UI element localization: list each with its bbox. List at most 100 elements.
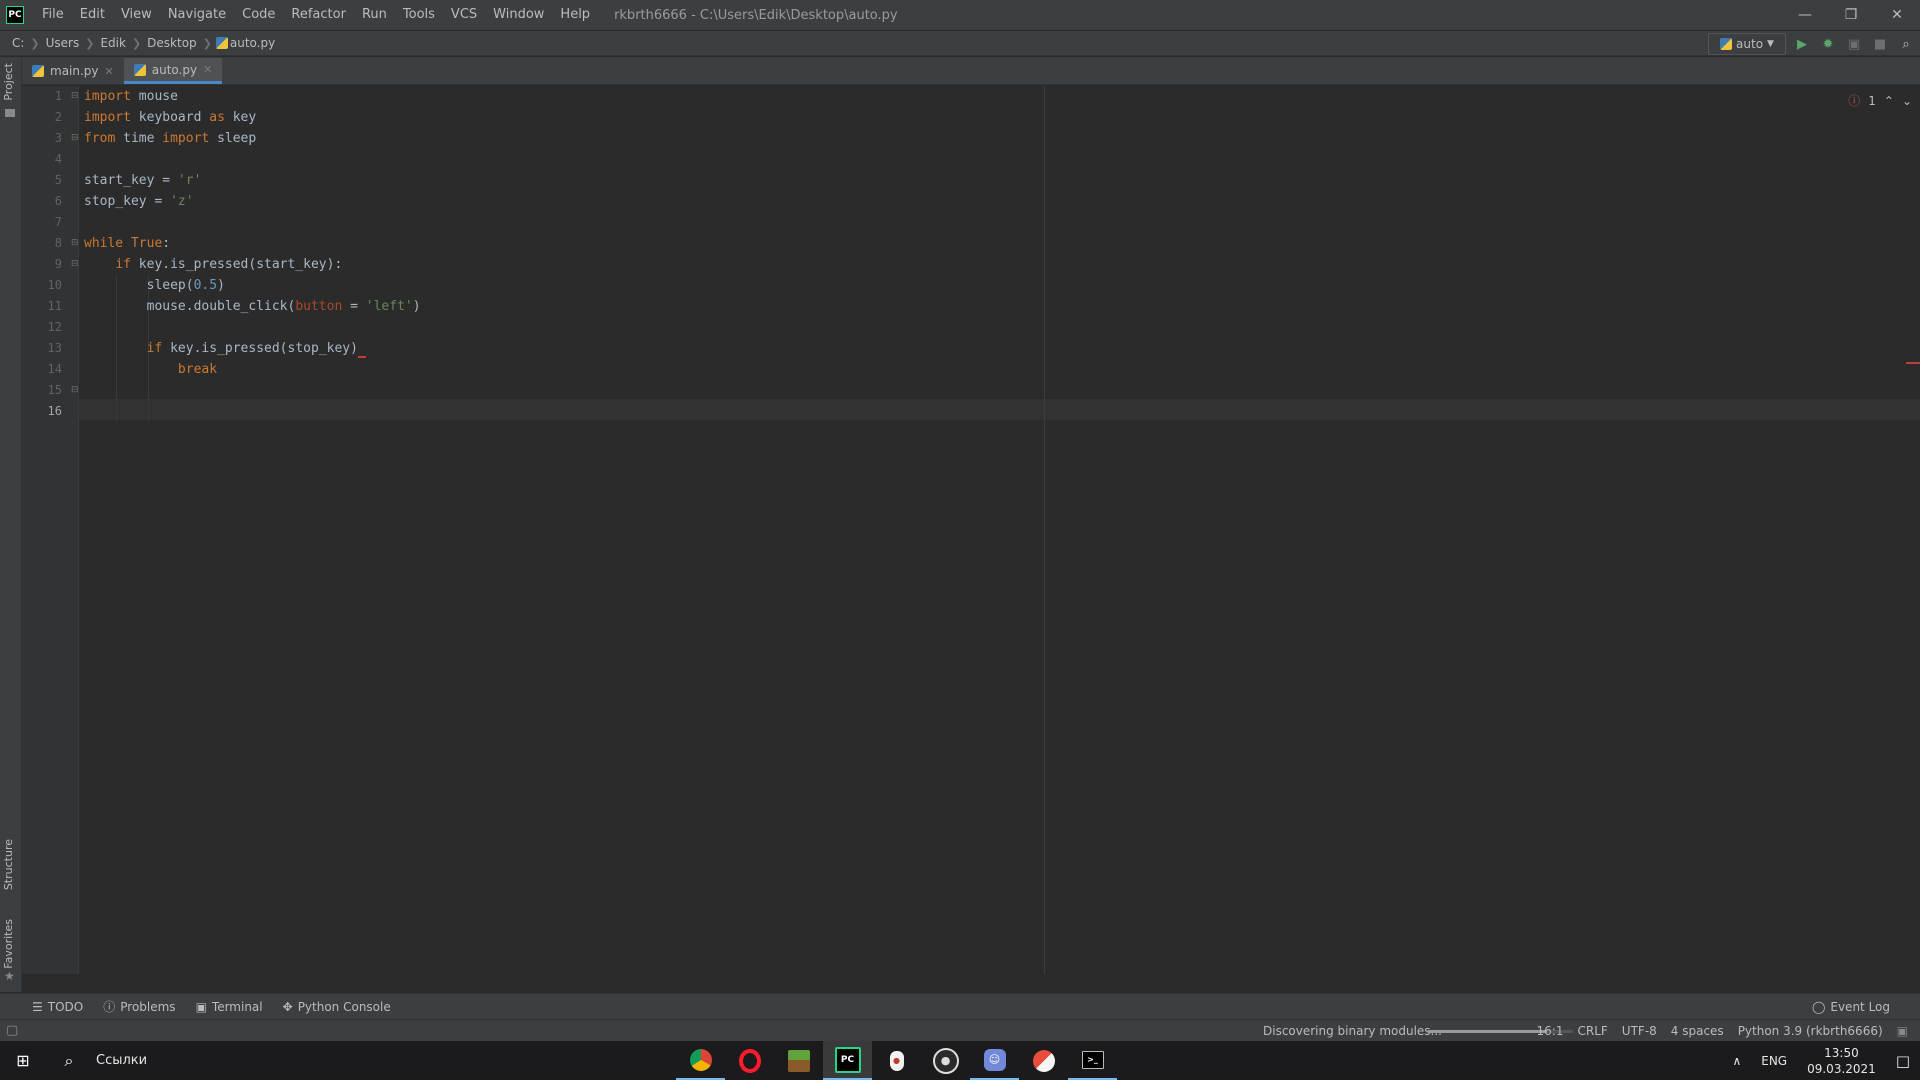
notifications-icon[interactable]: □: [1886, 1052, 1920, 1070]
run-icon[interactable]: ▶: [1792, 34, 1812, 54]
line-separator[interactable]: CRLF: [1577, 1024, 1607, 1038]
caret-position[interactable]: 16:1: [1537, 1024, 1564, 1038]
line-number: 10: [47, 278, 62, 292]
line-number: 3: [54, 131, 62, 145]
menu-code[interactable]: Code: [234, 0, 283, 30]
menu-file[interactable]: File: [34, 0, 72, 30]
project-tool-tab[interactable]: Project: [2, 63, 15, 101]
minecraft-taskbar-button[interactable]: [774, 1041, 823, 1080]
obs-taskbar-button[interactable]: ●: [921, 1041, 970, 1080]
run-configuration-select[interactable]: auto ▼: [1708, 33, 1786, 55]
close-icon[interactable]: ✕: [1874, 0, 1920, 30]
tab-label: main.py: [50, 64, 99, 78]
chevron-right-icon: ❯: [131, 36, 142, 50]
status-bar: ▢ Discovering binary modules... 16:1 CRL…: [0, 1019, 1920, 1041]
chevron-down-icon[interactable]: ⌄: [1902, 94, 1912, 108]
breadcrumb-edik[interactable]: Edik: [98, 36, 127, 50]
chevron-right-icon: ❯: [202, 36, 212, 50]
line-number: 2: [54, 110, 62, 124]
restore-icon[interactable]: ❐: [1828, 0, 1874, 30]
code-line-2: import keyboard as key: [84, 110, 257, 125]
current-line-highlight: [79, 399, 1920, 420]
chevron-up-icon[interactable]: ⌃: [1884, 94, 1894, 108]
windows-start-icon[interactable]: ⊞: [0, 1041, 46, 1080]
line-number: 14: [47, 362, 62, 376]
search-icon[interactable]: ⌕: [1896, 34, 1916, 54]
code-line-9: if key.is_pressed(start_key):: [115, 257, 343, 272]
menu-vcs[interactable]: VCS: [443, 0, 485, 30]
star-icon: ★: [4, 969, 15, 983]
mouse-icon: ●: [889, 1050, 904, 1071]
clock[interactable]: 13:50 09.03.2021: [1797, 1045, 1886, 1077]
search-icon[interactable]: ⌕: [46, 1041, 92, 1080]
line-number: 4: [54, 152, 62, 166]
code-editor[interactable]: import mouse import keyboard as key from…: [79, 86, 1920, 974]
favorites-tool-tab[interactable]: Favorites: [2, 919, 15, 969]
menu-window[interactable]: Window: [485, 0, 552, 30]
discord-icon: ☺: [983, 1048, 1006, 1071]
breadcrumb-users[interactable]: Users: [44, 36, 82, 50]
terminal-taskbar-button[interactable]: >_: [1068, 1041, 1117, 1080]
code-line-5: start_key = 'r': [84, 173, 202, 188]
todo-tool-button[interactable]: ☰ TODO: [22, 1000, 93, 1014]
structure-tool-tab[interactable]: Structure: [2, 839, 15, 890]
menu-help[interactable]: Help: [552, 0, 598, 30]
inspection-widget[interactable]: ⓘ 1 ⌃ ⌄: [1848, 92, 1912, 109]
tab-auto-py[interactable]: auto.py ✕: [123, 58, 223, 84]
minimize-icon[interactable]: —: [1782, 0, 1828, 30]
menu-run[interactable]: Run: [354, 0, 395, 30]
breadcrumb-drive[interactable]: C:: [10, 36, 26, 50]
line-number: 7: [54, 215, 62, 229]
pycharm-taskbar-button[interactable]: PC: [823, 1041, 872, 1080]
python-file-icon: [1720, 38, 1733, 50]
error-stripe-marker[interactable]: [1906, 362, 1920, 364]
opera-taskbar-button[interactable]: [725, 1041, 774, 1080]
debug-icon[interactable]: ✹: [1818, 34, 1838, 54]
breadcrumb-desktop[interactable]: Desktop: [145, 36, 199, 50]
folder-icon: [5, 109, 15, 117]
chrome-taskbar-button[interactable]: [676, 1041, 725, 1080]
run-toolbar: auto ▼ ▶ ✹ ▣ ■ ⌕: [1708, 32, 1916, 56]
menu-view[interactable]: View: [113, 0, 160, 30]
lock-icon[interactable]: ▣: [1897, 1024, 1908, 1038]
layout-toggle-icon[interactable]: ▢: [6, 1023, 18, 1038]
breadcrumb-file[interactable]: auto.py: [228, 36, 277, 50]
line-number: 8: [54, 236, 62, 250]
taskbar-search-label[interactable]: Ссылки: [96, 1053, 147, 1068]
close-icon[interactable]: ✕: [105, 65, 114, 78]
python-console-tool-button[interactable]: ✥ Python Console: [273, 1000, 401, 1014]
close-icon[interactable]: ✕: [203, 63, 212, 76]
background-task-message[interactable]: Discovering binary modules...: [1263, 1020, 1442, 1042]
mouse-app-taskbar-button[interactable]: ●: [872, 1041, 921, 1080]
input-language[interactable]: ENG: [1751, 1054, 1797, 1068]
indent-settings[interactable]: 4 spaces: [1671, 1024, 1724, 1038]
terminal-label: Terminal: [211, 999, 263, 1014]
menu-tools[interactable]: Tools: [395, 0, 443, 30]
stop-icon[interactable]: ■: [1870, 34, 1890, 54]
tab-main-py[interactable]: main.py ✕: [22, 58, 124, 84]
file-encoding[interactable]: UTF-8: [1622, 1024, 1657, 1038]
menu-refactor[interactable]: Refactor: [283, 0, 354, 30]
show-hidden-icons-icon[interactable]: ∧: [1722, 1054, 1751, 1068]
menu-edit[interactable]: Edit: [72, 0, 113, 30]
terminal-tool-button[interactable]: ▣ Terminal: [186, 1000, 273, 1014]
pycharm-icon: PC: [834, 1046, 861, 1073]
event-log-button[interactable]: ◯ Event Log: [1812, 994, 1890, 1020]
line-number-gutter[interactable]: 1 2 3 4 5 6 7 8 9 10 11 12 13 14 15 16 ⊟…: [22, 86, 79, 974]
pycharm-logo-icon[interactable]: PC: [6, 6, 24, 24]
code-line-14: break: [177, 362, 218, 377]
line-number: 5: [54, 173, 62, 187]
menu-navigate[interactable]: Navigate: [160, 0, 234, 30]
code-line-13: if key.is_pressed(stop_key): [84, 338, 366, 359]
chevron-right-icon: ❯: [30, 36, 40, 50]
terminal-icon: ▣: [195, 999, 207, 1014]
python-interpreter[interactable]: Python 3.9 (rkbrth6666): [1738, 1024, 1883, 1038]
problems-tool-button[interactable]: ⓘ Problems: [93, 998, 185, 1015]
discord-taskbar-button[interactable]: ☺: [970, 1041, 1019, 1080]
code-line-1: import mouse: [84, 89, 178, 104]
app-taskbar-button[interactable]: [1019, 1041, 1068, 1080]
windows-taskbar: ⊞ ⌕ Ссылки PC ● ● ☺ >_ ∧ ENG 13:50 09.03…: [0, 1041, 1920, 1080]
coverage-icon[interactable]: ▣: [1844, 34, 1864, 54]
system-tray: ∧ ENG 13:50 09.03.2021 □: [1722, 1041, 1920, 1080]
event-log-label: Event Log: [1830, 1000, 1890, 1014]
